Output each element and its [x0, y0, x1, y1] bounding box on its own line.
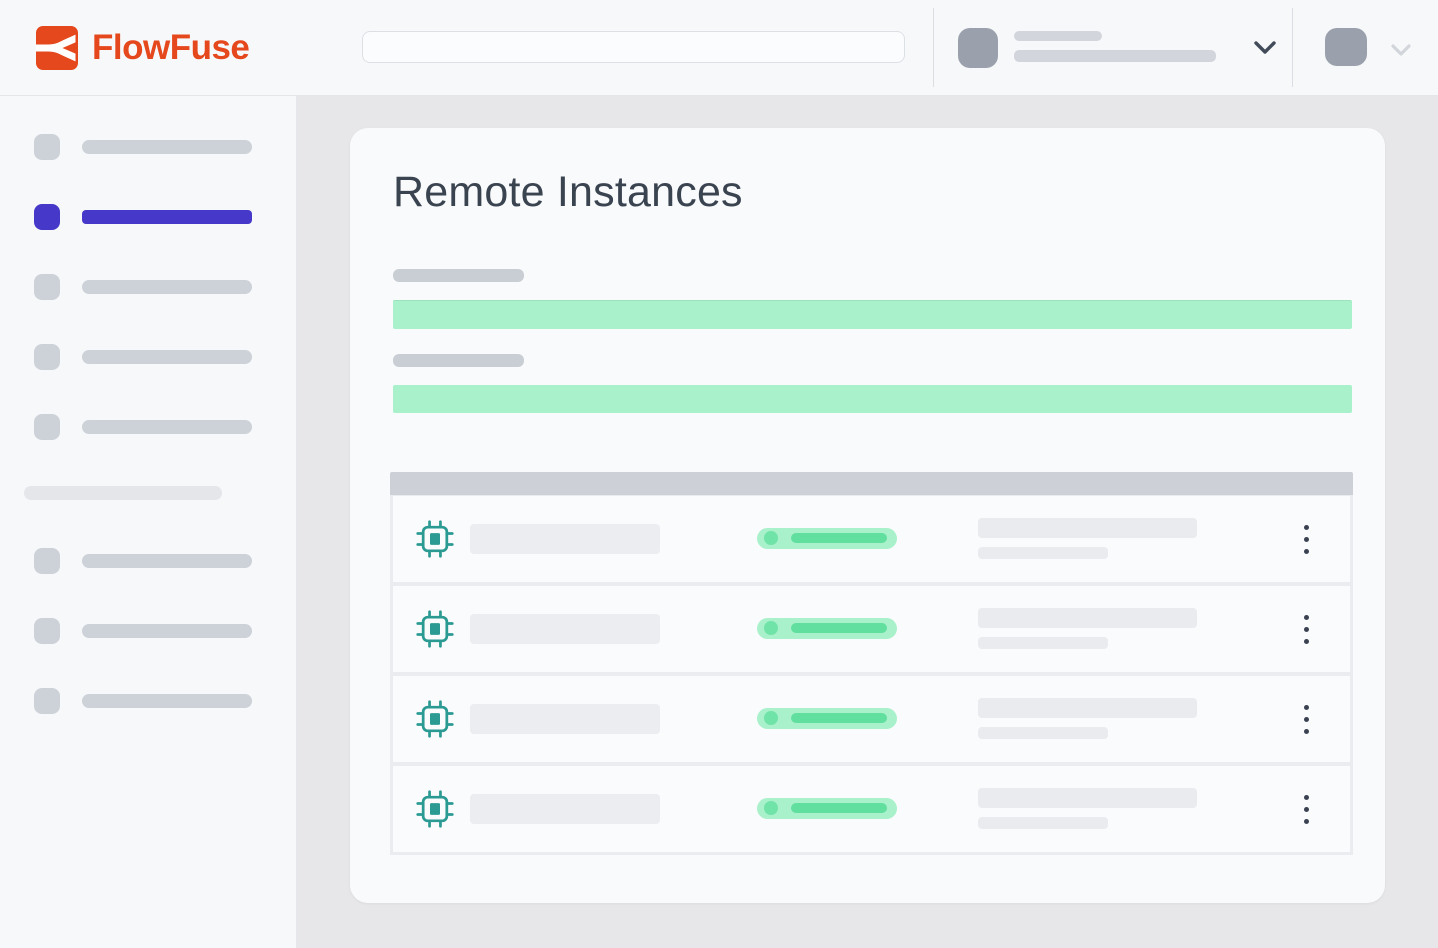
flowfuse-logo-icon: [36, 26, 78, 70]
instance-row[interactable]: [393, 586, 1350, 672]
instance-meta-skeleton: [978, 518, 1197, 559]
status-badge: [757, 528, 897, 549]
sidebar-item-label-skeleton: [82, 210, 252, 224]
team-selector[interactable]: [958, 28, 1280, 70]
sidebar-main-nav: [0, 117, 296, 467]
top-header: FlowFuse: [0, 0, 1438, 96]
skeleton-bar: [978, 788, 1197, 808]
header-divider: [933, 8, 934, 87]
skeleton-bar: [1014, 50, 1216, 62]
status-label-skeleton: [791, 623, 887, 633]
instance-meta-skeleton: [978, 608, 1197, 649]
user-menu[interactable]: [1325, 27, 1417, 69]
instance-name-skeleton: [470, 704, 660, 734]
sidebar-item[interactable]: [0, 397, 296, 457]
chip-icon: [415, 699, 455, 739]
sidebar-item-label-skeleton: [82, 280, 252, 294]
instance-name-skeleton: [470, 614, 660, 644]
page-title: Remote Instances: [393, 168, 743, 217]
sidebar-item[interactable]: [0, 531, 296, 591]
kebab-menu-button[interactable]: [1296, 704, 1316, 735]
skeleton-bar: [978, 547, 1108, 559]
sidebar-item-label-skeleton: [82, 420, 252, 434]
sidebar-item-icon: [34, 548, 60, 574]
sidebar-item[interactable]: [0, 257, 296, 317]
sidebar-item-icon: [34, 688, 60, 714]
team-avatar: [958, 28, 998, 68]
kebab-menu-button[interactable]: [1296, 794, 1316, 825]
sidebar-item-label-skeleton: [82, 554, 252, 568]
sidebar-item-icon: [34, 618, 60, 644]
sidebar-item-icon: [34, 134, 60, 160]
table-body: [390, 495, 1353, 855]
kebab-menu-button[interactable]: [1296, 614, 1316, 645]
skeleton-bar: [978, 637, 1108, 649]
instance-row[interactable]: [393, 766, 1350, 852]
sidebar-item-icon: [34, 274, 60, 300]
kebab-menu-button[interactable]: [1296, 524, 1316, 555]
sidebar-secondary-nav: [0, 531, 296, 741]
sidebar-item-label-skeleton: [82, 694, 252, 708]
form-label-skeleton: [393, 269, 524, 282]
status-dot: [764, 711, 778, 725]
instance-meta-skeleton: [978, 698, 1197, 739]
chip-icon: [415, 609, 455, 649]
status-label-skeleton: [791, 713, 887, 723]
skeleton-bar: [1014, 31, 1102, 41]
team-name-skeleton: [1014, 31, 1216, 62]
sidebar-item[interactable]: [0, 117, 296, 177]
instance-name-skeleton: [470, 524, 660, 554]
brand-wordmark: FlowFuse: [92, 26, 249, 70]
user-avatar: [1325, 28, 1367, 66]
sidebar-item[interactable]: [0, 187, 296, 247]
chip-icon: [415, 519, 455, 559]
table-header-skeleton: [390, 472, 1353, 495]
skeleton-bar: [978, 518, 1197, 538]
search-input[interactable]: [362, 31, 905, 63]
sidebar-section-label-skeleton: [24, 486, 222, 500]
main-area: Remote Instances: [297, 95, 1438, 948]
status-dot: [764, 801, 778, 815]
skeleton-bar: [978, 817, 1108, 829]
sidebar-item-label-skeleton: [82, 624, 252, 638]
header-divider: [1292, 8, 1293, 87]
sidebar-item[interactable]: [0, 601, 296, 661]
status-badge: [757, 798, 897, 819]
form-label-skeleton: [393, 354, 524, 367]
sidebar-item-icon: [34, 414, 60, 440]
sidebar-item-label-skeleton: [82, 350, 252, 364]
form-input-skeleton[interactable]: [393, 385, 1352, 413]
chevron-down-icon: [1253, 40, 1277, 56]
skeleton-bar: [978, 608, 1197, 628]
sidebar-item[interactable]: [0, 327, 296, 387]
status-label-skeleton: [791, 533, 887, 543]
status-badge: [757, 708, 897, 729]
sidebar: [0, 95, 297, 948]
chevron-down-icon: [1390, 43, 1412, 57]
status-label-skeleton: [791, 803, 887, 813]
status-dot: [764, 531, 778, 545]
instance-meta-skeleton: [978, 788, 1197, 829]
sidebar-item-icon: [34, 344, 60, 370]
instance-name-skeleton: [470, 794, 660, 824]
flowfuse-logo[interactable]: FlowFuse: [36, 26, 249, 70]
sidebar-item-label-skeleton: [82, 140, 252, 154]
instances-table: [390, 472, 1353, 855]
skeleton-bar: [978, 698, 1197, 718]
form-input-skeleton[interactable]: [393, 300, 1352, 329]
instance-row[interactable]: [393, 676, 1350, 762]
instance-row[interactable]: [393, 496, 1350, 582]
status-dot: [764, 621, 778, 635]
sidebar-item-icon: [34, 204, 60, 230]
skeleton-bar: [978, 727, 1108, 739]
sidebar-item[interactable]: [0, 671, 296, 731]
chip-icon: [415, 789, 455, 829]
content-card: Remote Instances: [350, 128, 1385, 903]
status-badge: [757, 618, 897, 639]
